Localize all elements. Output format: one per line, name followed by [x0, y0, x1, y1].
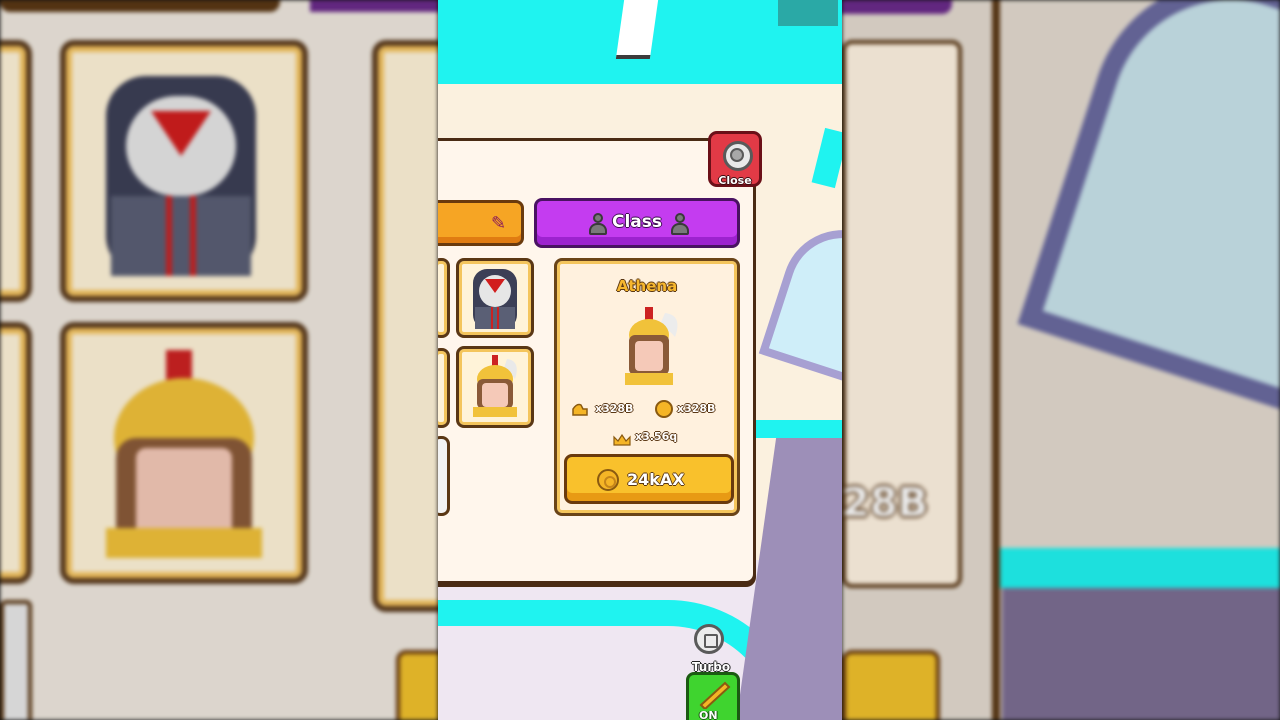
tab-class-label: Class: [611, 212, 662, 232]
right-blurred-backdrop: 28B: [842, 0, 1280, 720]
buy-price-label: 24kAX: [627, 470, 685, 489]
backdrop-panel-edge: [842, 0, 952, 14]
tab-tools[interactable]: ✎: [438, 200, 524, 246]
class-name: Athena: [616, 277, 678, 295]
backdrop-card-edge: [372, 40, 438, 612]
backdrop-purple-floor: [1002, 588, 1280, 720]
backdrop-bar: [310, 0, 438, 12]
game-view: Close ✎ Class Athena x328B x328B x3.56q …: [438, 0, 842, 720]
tab-class[interactable]: Class: [534, 198, 740, 248]
backdrop-bar: [0, 0, 280, 12]
class-slot[interactable]: [438, 258, 450, 338]
coin-icon: [597, 469, 619, 491]
close-label: Close: [718, 174, 752, 187]
teal-block: [778, 0, 838, 26]
turbo-state: ON: [699, 709, 718, 720]
backdrop-yellow-button: [842, 650, 940, 720]
game-screen: 28B Close ✎ Class Athena x328B x328B x3.…: [0, 0, 1280, 720]
left-blurred-backdrop: [0, 0, 438, 720]
crown-icon: [613, 431, 631, 446]
coin-icon: [655, 400, 673, 418]
backdrop-stat-text: 28B: [842, 480, 929, 526]
person-icon: [671, 213, 689, 235]
arched-window: [758, 214, 842, 396]
turbo-control: Turbo ON: [684, 622, 744, 720]
masked-hero-icon: [473, 269, 517, 329]
backdrop-card-edge: [0, 40, 32, 302]
pencil-ruler-icon: ✎: [491, 213, 507, 234]
backdrop-card: [60, 322, 308, 584]
class-slot[interactable]: [438, 348, 450, 428]
class-slot[interactable]: [438, 436, 450, 516]
close-icon: [723, 141, 753, 171]
class-slot-athena[interactable]: [456, 346, 534, 428]
stat-strength: x328B: [595, 402, 634, 415]
cyan-ledge: [752, 420, 842, 438]
backdrop-window: [1017, 0, 1280, 417]
stat-crown: x3.56q: [635, 430, 678, 443]
backdrop-yellow-button: [396, 650, 438, 720]
strength-arm-icon: [571, 401, 589, 417]
teal-block: [811, 127, 842, 189]
athena-portrait-icon: [625, 307, 678, 385]
backdrop-panel-border: [992, 0, 1000, 720]
backdrop-teal-strip: [992, 548, 1280, 588]
backdrop-card: [60, 40, 308, 302]
sword-icon: [699, 681, 731, 709]
class-slot-dark-hooded[interactable]: [456, 258, 534, 338]
turbo-button[interactable]: ON: [686, 672, 740, 720]
buy-class-button[interactable]: 24kAX: [564, 454, 734, 504]
close-button[interactable]: Close: [708, 131, 762, 187]
athena-helmet-icon: [473, 355, 517, 417]
stat-coins: x328B: [677, 402, 716, 415]
backdrop-card-edge: [0, 322, 32, 584]
turbo-toggle-icon[interactable]: [694, 624, 724, 654]
backdrop-bar: [0, 600, 32, 720]
